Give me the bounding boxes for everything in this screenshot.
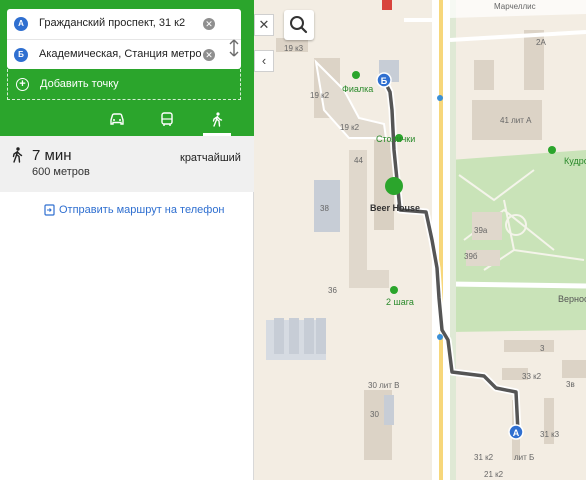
map-label-33k2: 33 к2 xyxy=(522,372,542,381)
map-label-fialka: Фиалка xyxy=(342,84,374,94)
map[interactable]: Б А Марчеллис 19 к3 19 к2 19 к2 Фиалка С… xyxy=(254,0,586,480)
map-label-lit-b: лит Б xyxy=(514,453,535,462)
map-label-3v: 3в xyxy=(566,380,575,389)
map-canvas: Б А xyxy=(254,0,586,480)
road-vernost xyxy=(449,281,586,289)
map-label-38: 38 xyxy=(320,204,329,213)
walk-icon xyxy=(212,112,223,127)
map-label-vernost: Верност xyxy=(558,294,586,304)
search-icon xyxy=(290,16,308,34)
map-label-31k3: 31 к3 xyxy=(540,430,560,439)
map-label-stolichki: Столички xyxy=(376,134,416,144)
map-label-21k2: 21 к2 xyxy=(484,470,504,479)
tab-car[interactable] xyxy=(99,104,135,136)
point-a-input[interactable]: Гражданский проспект, 31 к2 xyxy=(39,17,185,29)
route-result[interactable]: 7 мин 600 метров кратчайший xyxy=(0,136,254,192)
route-marker-a-label: А xyxy=(513,428,520,438)
tab-walk[interactable] xyxy=(199,104,235,136)
add-point-button[interactable]: + Добавить точку xyxy=(7,69,241,100)
add-point-label: Добавить точку xyxy=(40,78,119,90)
route-time: 7 мин xyxy=(32,147,72,164)
map-label-39b: 39б xyxy=(464,252,478,261)
point-b-marker: Б xyxy=(14,48,28,62)
map-label-19k3: 19 к3 xyxy=(284,44,304,53)
swap-points-icon[interactable] xyxy=(229,39,239,60)
send-to-phone-icon[interactable] xyxy=(44,204,55,216)
plus-icon: + xyxy=(16,78,29,91)
map-label-39a: 39а xyxy=(474,226,488,235)
close-panel-button[interactable]: ✕ xyxy=(254,14,274,36)
map-label-19k2-a: 19 к2 xyxy=(310,91,330,100)
point-b-field[interactable]: Б Академическая, Станция метро ✕ xyxy=(7,39,241,69)
route-form-header: А Гражданский проспект, 31 к2 ✕ Б Академ… xyxy=(0,0,254,136)
map-label-two-steps: 2 шага xyxy=(386,297,414,307)
route-points: А Гражданский проспект, 31 к2 ✕ Б Академ… xyxy=(7,9,241,69)
walk-icon xyxy=(12,147,23,163)
route-panel: А Гражданский проспект, 31 к2 ✕ Б Академ… xyxy=(0,0,254,480)
beer-house-poi xyxy=(385,177,403,195)
send-route-to-phone-link[interactable]: Отправить маршрут на телефон xyxy=(59,204,225,216)
map-label-31k2: 31 к2 xyxy=(474,453,494,462)
car-icon xyxy=(110,113,124,125)
map-search-button[interactable] xyxy=(284,10,314,40)
point-a-marker: А xyxy=(14,17,28,31)
route-type: кратчайший xyxy=(180,152,241,164)
transport-mode-tabs xyxy=(0,104,254,136)
map-label-44: 44 xyxy=(354,156,363,165)
map-label-36: 36 xyxy=(328,286,337,295)
route-distance: 600 метров xyxy=(32,166,90,178)
clear-point-b-icon[interactable]: ✕ xyxy=(203,49,215,61)
map-label-30v: 30 лит В xyxy=(368,381,400,390)
map-label-19k2-b: 19 к2 xyxy=(340,123,360,132)
map-label-41a: 41 лит А xyxy=(500,116,532,125)
point-a-field[interactable]: А Гражданский проспект, 31 к2 ✕ xyxy=(7,9,241,39)
map-label-30: 30 xyxy=(370,410,379,419)
map-label-kudr: Кудро xyxy=(564,156,586,166)
map-label-marshellis: Марчеллис xyxy=(494,2,536,11)
clear-point-a-icon[interactable]: ✕ xyxy=(203,18,215,30)
route-marker-b-label: Б xyxy=(381,76,388,86)
bus-icon xyxy=(161,112,173,126)
collapse-panel-button[interactable]: ‹ xyxy=(254,50,274,72)
tab-bus[interactable] xyxy=(149,104,185,136)
park-area xyxy=(450,150,586,332)
map-label-2a: 2А xyxy=(536,38,546,47)
map-label-3: 3 xyxy=(540,344,545,353)
map-label-beer-house: Beer House xyxy=(370,203,421,213)
point-b-input[interactable]: Академическая, Станция метро xyxy=(39,48,201,60)
